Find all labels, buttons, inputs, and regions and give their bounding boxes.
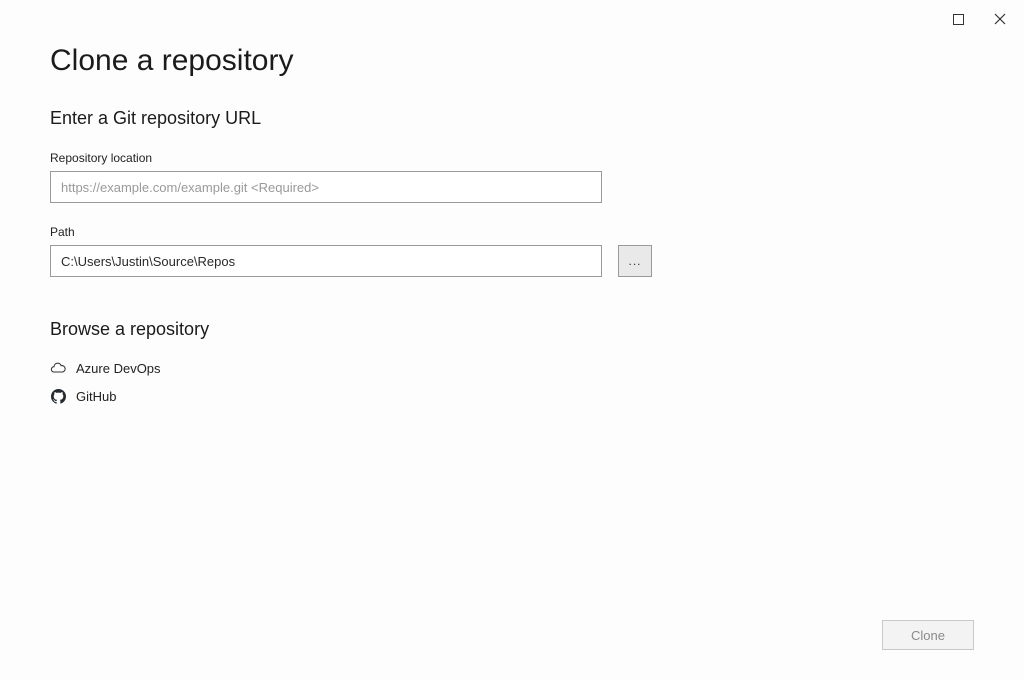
browse-path-button[interactable]: ... [618, 245, 652, 277]
enter-url-heading: Enter a Git repository URL [50, 108, 974, 129]
repo-location-input[interactable] [50, 171, 602, 203]
close-icon [994, 13, 1006, 25]
close-button[interactable] [986, 8, 1014, 30]
clone-button[interactable]: Clone [882, 620, 974, 650]
provider-github[interactable]: GitHub [50, 382, 974, 410]
repo-location-group: Repository location [50, 151, 974, 203]
path-group: Path ... [50, 225, 974, 277]
window-controls [934, 0, 1024, 38]
provider-label: GitHub [76, 389, 116, 404]
maximize-icon [953, 14, 964, 25]
repo-location-label: Repository location [50, 151, 974, 165]
maximize-button[interactable] [944, 8, 972, 30]
footer: Clone [882, 620, 974, 650]
path-label: Path [50, 225, 974, 239]
github-icon [50, 388, 66, 404]
page-title: Clone a repository [50, 44, 974, 78]
browse-repository-heading: Browse a repository [50, 319, 974, 340]
cloud-icon [50, 360, 66, 376]
browse-repository-section: Browse a repository Azure DevOps GitHub [50, 319, 974, 410]
provider-label: Azure DevOps [76, 361, 161, 376]
main-content: Clone a repository Enter a Git repositor… [0, 0, 1024, 410]
provider-azure-devops[interactable]: Azure DevOps [50, 354, 974, 382]
path-input[interactable] [50, 245, 602, 277]
